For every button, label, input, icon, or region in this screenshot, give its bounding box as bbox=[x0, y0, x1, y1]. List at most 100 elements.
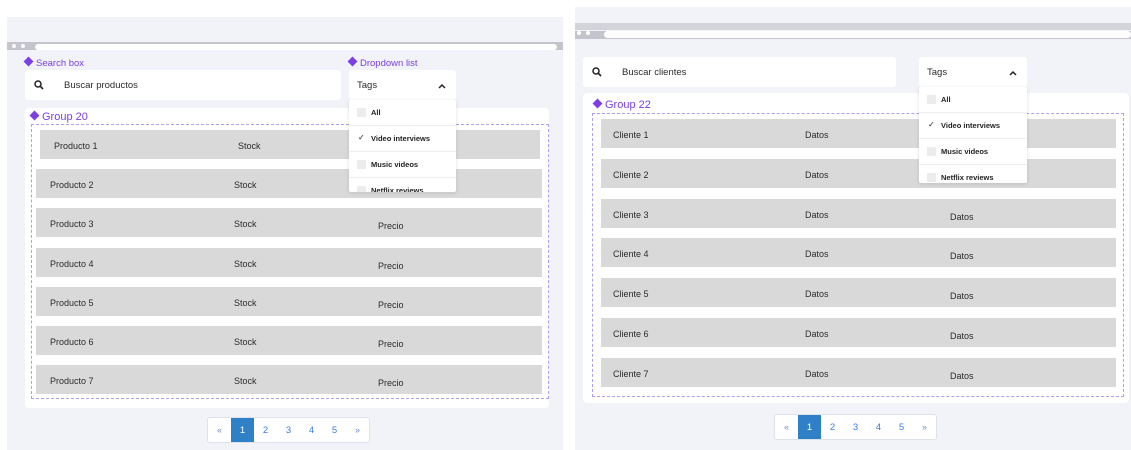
pagination-next-button[interactable]: » bbox=[346, 418, 369, 442]
tags-select-value: Tags bbox=[357, 79, 378, 91]
row-col3-cell: Precio bbox=[378, 378, 404, 388]
dropdown-option[interactable]: Netflix reviews bbox=[349, 178, 456, 192]
tags-select[interactable]: Tags bbox=[349, 70, 456, 100]
group-annotation: Group 20 bbox=[29, 110, 88, 123]
table-row[interactable]: Producto 7 Stock Precio bbox=[36, 365, 542, 394]
table-row[interactable]: Cliente 3 Datos Datos bbox=[601, 199, 1116, 228]
table-row[interactable]: Cliente 2 Datos bbox=[601, 159, 1116, 188]
pagination-prev-button[interactable]: « bbox=[208, 418, 231, 442]
table-row[interactable]: Cliente 6 Datos Datos bbox=[601, 318, 1116, 347]
search-input[interactable]: Buscar productos bbox=[64, 80, 138, 91]
table-row[interactable]: Producto 3 Stock Precio bbox=[36, 208, 542, 237]
row-col2-cell: Datos bbox=[805, 170, 829, 180]
row-name-cell: Producto 3 bbox=[50, 219, 94, 229]
table-row[interactable]: Producto 6 Stock Precio bbox=[36, 326, 542, 355]
group-annotation: Group 22 bbox=[592, 98, 651, 111]
search-icon bbox=[592, 67, 602, 77]
dropdown-option-label: Video interviews bbox=[371, 134, 431, 143]
address-bar[interactable] bbox=[604, 31, 1131, 38]
pagination-page-1[interactable]: 1 bbox=[231, 418, 254, 442]
row-col2-cell: Datos bbox=[805, 130, 829, 140]
checkbox[interactable] bbox=[927, 95, 936, 104]
tags-select[interactable]: Tags bbox=[919, 57, 1027, 87]
chevron-up-icon bbox=[1009, 68, 1017, 79]
row-col3-cell: Precio bbox=[378, 339, 404, 349]
dropdown-option-label: Netflix reviews bbox=[371, 186, 424, 192]
pagination-prev-button[interactable]: « bbox=[775, 415, 798, 439]
chevron-up-icon bbox=[438, 81, 446, 92]
table-row[interactable]: Cliente 7 Datos Datos bbox=[601, 358, 1116, 387]
row-name-cell: Cliente 2 bbox=[613, 170, 649, 180]
pagination-page-3[interactable]: 3 bbox=[844, 415, 867, 439]
row-col3-cell: Precio bbox=[378, 261, 404, 271]
row-col3-cell: Precio bbox=[378, 221, 404, 231]
dropdown-option[interactable]: ✓ Video interviews bbox=[349, 126, 456, 152]
pagination-page-5[interactable]: 5 bbox=[323, 418, 346, 442]
row-name-cell: Cliente 5 bbox=[613, 289, 649, 299]
row-name-cell: Producto 7 bbox=[50, 376, 94, 386]
pagination-page-3[interactable]: 3 bbox=[277, 418, 300, 442]
row-col3-cell: Datos bbox=[950, 251, 974, 261]
row-name-cell: Cliente 4 bbox=[613, 249, 649, 259]
row-col3-cell: Precio bbox=[378, 300, 404, 310]
table-row[interactable]: Cliente 1 Datos bbox=[601, 119, 1116, 148]
row-col2-cell: Stock bbox=[234, 298, 257, 308]
search-icon bbox=[34, 80, 44, 90]
row-name-cell: Cliente 6 bbox=[613, 329, 649, 339]
tags-select-value: Tags bbox=[927, 66, 948, 78]
dropdown-option-label: All bbox=[941, 95, 951, 104]
dropdown-option-label: Video interviews bbox=[941, 121, 1001, 130]
dropdown-option-label: Music videos bbox=[941, 147, 989, 156]
checkbox[interactable] bbox=[357, 186, 366, 192]
pagination-page-4[interactable]: 4 bbox=[867, 415, 890, 439]
dropdown-option-label: Music videos bbox=[371, 160, 419, 169]
pagination-page-2[interactable]: 2 bbox=[254, 418, 277, 442]
row-col2-cell: Stock bbox=[234, 219, 257, 229]
pagination-page-2[interactable]: 2 bbox=[821, 415, 844, 439]
checkbox[interactable] bbox=[357, 160, 366, 169]
search-box-annotation: Search box bbox=[23, 56, 84, 69]
dropdown-option[interactable]: ✓ Video interviews bbox=[919, 113, 1027, 139]
checkbox[interactable] bbox=[927, 173, 936, 182]
dropdown-list-annotation: Dropdown list bbox=[347, 56, 418, 69]
dropdown-list: All ✓ Video interviews Music videos Netflix … bbox=[349, 100, 456, 192]
search-input[interactable]: Buscar clientes bbox=[622, 67, 686, 78]
dropdown-option[interactable]: All bbox=[349, 100, 456, 126]
search-box[interactable]: Buscar productos bbox=[25, 70, 341, 100]
row-col3-cell: Datos bbox=[950, 212, 974, 222]
row-name-cell: Producto 5 bbox=[50, 298, 94, 308]
dropdown-option-label: All bbox=[371, 108, 381, 117]
check-icon: ✓ bbox=[928, 120, 935, 129]
pagination-page-4[interactable]: 4 bbox=[300, 418, 323, 442]
window-dot bbox=[586, 31, 590, 35]
table-row[interactable]: Producto 4 Stock Precio bbox=[36, 248, 542, 277]
row-col2-cell: Datos bbox=[805, 289, 829, 299]
row-col3-cell: Datos bbox=[950, 291, 974, 301]
row-name-cell: Producto 6 bbox=[50, 337, 94, 347]
row-col2-cell: Stock bbox=[234, 180, 257, 190]
table-row[interactable]: Producto 5 Stock Precio bbox=[36, 287, 542, 316]
row-name-cell: Producto 2 bbox=[50, 180, 94, 190]
pagination-next-button[interactable]: » bbox=[913, 415, 936, 439]
row-col2-cell: Datos bbox=[805, 369, 829, 379]
table-row[interactable]: Producto 2 Stock bbox=[36, 169, 542, 198]
pagination-page-5[interactable]: 5 bbox=[890, 415, 913, 439]
table-row[interactable]: Cliente 4 Datos Datos bbox=[601, 238, 1116, 267]
row-name-cell: Cliente 3 bbox=[613, 210, 649, 220]
table-row[interactable]: Cliente 5 Datos Datos bbox=[601, 278, 1116, 307]
dropdown-option[interactable]: Netflix reviews bbox=[919, 165, 1027, 183]
window-dot bbox=[21, 44, 25, 48]
browser-chrome-bar bbox=[575, 23, 1131, 30]
pagination-page-1[interactable]: 1 bbox=[798, 415, 821, 439]
search-box[interactable]: Buscar clientes bbox=[583, 57, 896, 87]
row-col2-cell: Datos bbox=[805, 210, 829, 220]
dropdown-option[interactable]: Music videos bbox=[349, 152, 456, 178]
dropdown-option[interactable]: Music videos bbox=[919, 139, 1027, 165]
left-wireframe: Search box Dropdown list Buscar producto… bbox=[7, 17, 563, 450]
row-col2-cell: Stock bbox=[238, 141, 261, 151]
address-bar[interactable] bbox=[35, 44, 557, 50]
dropdown-option[interactable]: All bbox=[919, 87, 1027, 113]
checkbox[interactable] bbox=[927, 147, 936, 156]
table-row[interactable]: Producto 1 Stock bbox=[40, 130, 540, 159]
checkbox[interactable] bbox=[357, 108, 366, 117]
